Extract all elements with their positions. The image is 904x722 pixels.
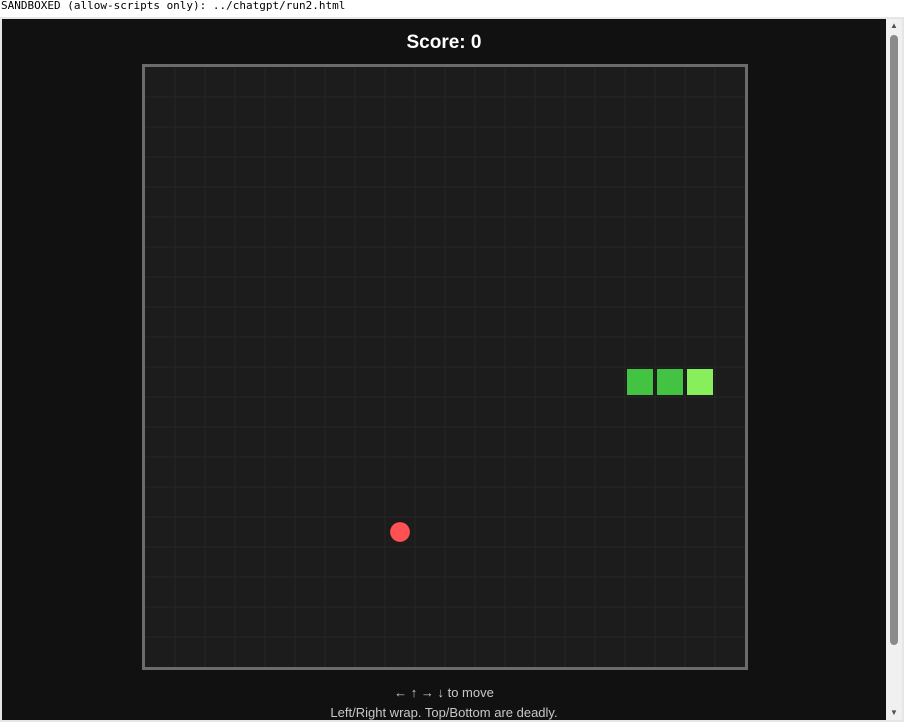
game-viewport: Score: 0 ← ↑ → ↓ to move Left/Right wrap… <box>2 19 886 720</box>
scroll-down-arrow-icon[interactable]: ▼ <box>886 706 902 720</box>
iframe-frame: Score: 0 ← ↑ → ↓ to move Left/Right wrap… <box>0 17 904 722</box>
vertical-scrollbar[interactable]: ▲ ▼ <box>886 19 902 720</box>
snake-head <box>687 369 713 395</box>
scroll-thumb[interactable] <box>890 35 898 645</box>
scroll-up-arrow-icon[interactable]: ▲ <box>886 19 902 33</box>
snake-segment <box>627 369 653 395</box>
sandbox-banner-text: SANDBOXED (allow-scripts only): ../chatg… <box>1 0 346 12</box>
grid-lines <box>145 67 745 667</box>
game-board[interactable] <box>142 64 748 670</box>
controls-hint: ← ↑ → ↓ to move <box>394 685 494 700</box>
snake-layer <box>627 369 713 395</box>
food-layer <box>390 522 410 542</box>
sandbox-banner: SANDBOXED (allow-scripts only): ../chatg… <box>0 0 904 17</box>
game-canvas <box>145 67 745 667</box>
rules-hint: Left/Right wrap. Top/Bottom are deadly. <box>330 705 558 720</box>
score-display: Score: 0 <box>406 32 482 53</box>
food-apple <box>390 522 410 542</box>
snake-segment <box>657 369 683 395</box>
